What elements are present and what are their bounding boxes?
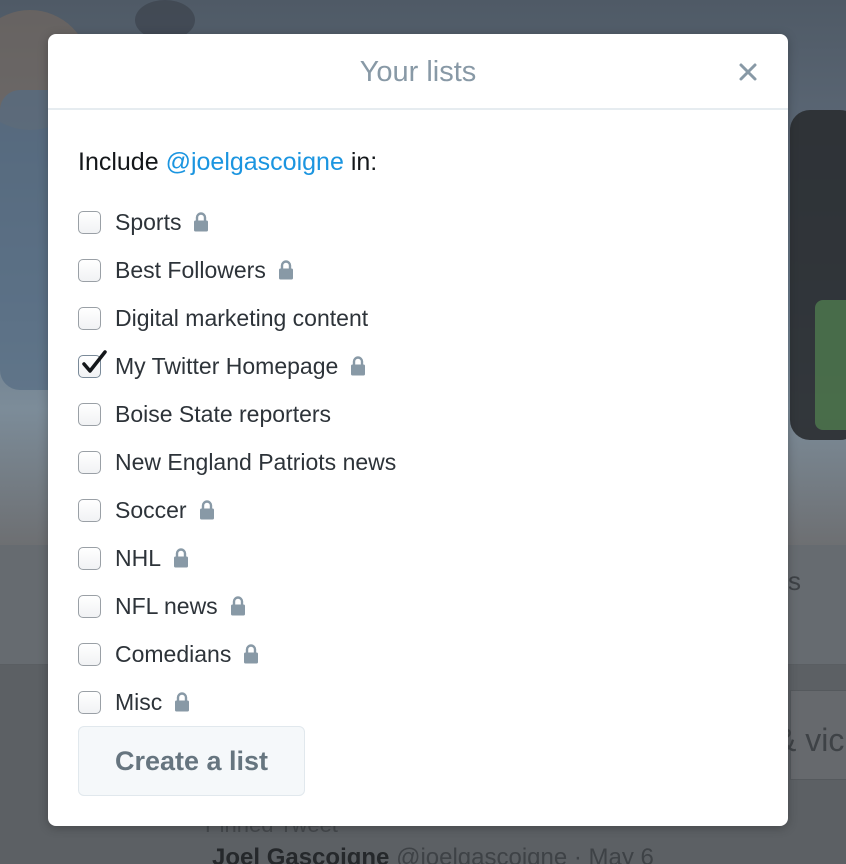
list-checkbox[interactable] bbox=[78, 210, 101, 234]
list-item-label[interactable]: NHL bbox=[115, 545, 161, 572]
list-item[interactable]: Boise State reporters bbox=[78, 390, 396, 438]
list-item-label[interactable]: Best Followers bbox=[115, 257, 266, 284]
lock-icon bbox=[174, 691, 190, 713]
lists-modal: Your lists Include @joelgascoigne in: Sp… bbox=[48, 34, 788, 826]
list-item-label[interactable]: Boise State reporters bbox=[115, 401, 331, 428]
lock-icon bbox=[243, 643, 259, 665]
modal-header: Your lists bbox=[48, 34, 788, 110]
list-item-label[interactable]: Soccer bbox=[115, 497, 187, 524]
tweet-author: Joel Gascoigne @joelgascoigne · May 6 bbox=[212, 844, 654, 864]
list-checkbox[interactable] bbox=[78, 349, 107, 378]
modal-title: Your lists bbox=[359, 56, 477, 88]
author-name: Joel Gascoigne bbox=[212, 844, 390, 864]
lock-icon bbox=[230, 595, 246, 617]
lock-icon bbox=[350, 355, 366, 377]
list-item[interactable]: NHL bbox=[78, 534, 396, 582]
list-item-label[interactable]: Comedians bbox=[115, 641, 231, 668]
list-item[interactable]: New England Patriots news bbox=[78, 438, 396, 486]
user-mention-link[interactable]: @joelgascoigne bbox=[166, 148, 344, 176]
lists-checklist: Sports Best Followers Digital marketing co… bbox=[78, 198, 396, 726]
list-item-label[interactable]: New England Patriots news bbox=[115, 449, 396, 476]
close-button[interactable] bbox=[734, 58, 762, 86]
list-checkbox[interactable] bbox=[78, 258, 101, 282]
list-item-label[interactable]: My Twitter Homepage bbox=[115, 353, 338, 380]
list-checkbox[interactable] bbox=[78, 402, 101, 426]
include-prefix: Include bbox=[78, 148, 159, 176]
list-item[interactable]: Comedians bbox=[78, 630, 396, 678]
list-item-label[interactable]: Digital marketing content bbox=[115, 305, 368, 332]
list-item-label[interactable]: Misc bbox=[115, 689, 162, 716]
background-text-fragment: s bbox=[788, 566, 801, 596]
list-item[interactable]: NFL news bbox=[78, 582, 396, 630]
close-icon bbox=[739, 63, 757, 81]
list-checkbox[interactable] bbox=[78, 642, 101, 666]
list-checkbox[interactable] bbox=[78, 498, 101, 522]
lock-icon bbox=[193, 211, 209, 233]
list-item[interactable]: Sports bbox=[78, 198, 396, 246]
include-suffix: in: bbox=[350, 148, 378, 176]
checkmark-icon bbox=[82, 349, 107, 373]
list-checkbox[interactable] bbox=[78, 690, 101, 714]
create-list-button[interactable]: Create a list bbox=[78, 726, 305, 796]
list-checkbox[interactable] bbox=[78, 306, 101, 330]
list-checkbox[interactable] bbox=[78, 594, 101, 618]
lock-icon bbox=[173, 547, 189, 569]
list-item[interactable]: Misc bbox=[78, 678, 396, 726]
modal-body: Include @joelgascoigne in: Sports Best Fo… bbox=[78, 142, 758, 715]
lock-icon bbox=[278, 259, 294, 281]
list-item[interactable]: My Twitter Homepage bbox=[78, 342, 396, 390]
include-prompt: Include @joelgascoigne in: bbox=[78, 142, 758, 182]
list-item[interactable]: Best Followers bbox=[78, 246, 396, 294]
list-item-label[interactable]: NFL news bbox=[115, 593, 218, 620]
lock-icon bbox=[199, 499, 215, 521]
list-checkbox[interactable] bbox=[78, 450, 101, 474]
list-item[interactable]: Digital marketing content bbox=[78, 294, 396, 342]
list-checkbox[interactable] bbox=[78, 546, 101, 570]
list-item[interactable]: Soccer bbox=[78, 486, 396, 534]
list-item-label[interactable]: Sports bbox=[115, 209, 181, 236]
author-handle: @joelgascoigne · May 6 bbox=[396, 844, 654, 864]
